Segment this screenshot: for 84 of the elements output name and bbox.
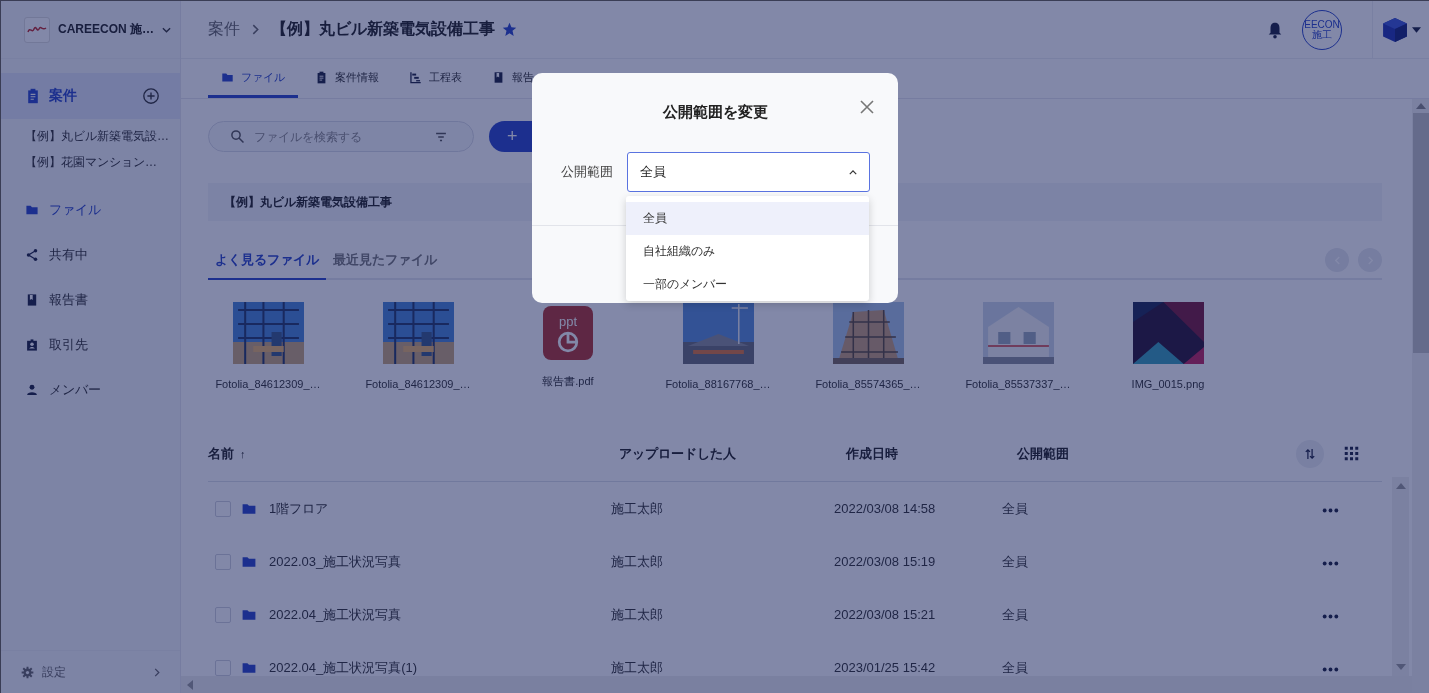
- page-title: 【例】丸ビル新築電気設備工事: [271, 19, 495, 39]
- banner-title: 【例】丸ビル新築電気設備工事: [224, 193, 392, 211]
- bell-icon[interactable]: [1266, 20, 1284, 39]
- dropdown-option[interactable]: 全員: [626, 202, 869, 235]
- badge-icon: [25, 337, 39, 352]
- org-logo: [24, 16, 50, 43]
- more-icon[interactable]: [1322, 614, 1339, 619]
- dropdown-option[interactable]: 一部のメンバー: [626, 268, 869, 301]
- table-cell-text: 2022/03/08 15:19: [834, 554, 937, 569]
- sort-icon: [1303, 446, 1317, 461]
- sidebar-item[interactable]: 取引先: [1, 322, 180, 367]
- grid-icon: [1343, 446, 1359, 461]
- dialog-title: 公開範囲を変更: [662, 103, 768, 122]
- table-cell-text: 全員: [1002, 605, 1029, 624]
- column-header[interactable]: 公開範囲: [1017, 444, 1296, 463]
- tab[interactable]: よく見るファイル: [208, 241, 326, 280]
- tab[interactable]: ファイル: [208, 59, 298, 98]
- chevron-right-icon: [154, 668, 160, 677]
- filter-icon[interactable]: [434, 130, 448, 144]
- search-icon: [230, 129, 245, 144]
- org-name[interactable]: CAREECON 施…: [58, 21, 154, 38]
- table-cell[interactable]: 2022.04_施工状況写真: [269, 605, 402, 624]
- more-icon[interactable]: [1322, 561, 1339, 566]
- book-icon: [25, 292, 39, 307]
- settings-item[interactable]: 設定: [1, 650, 180, 693]
- table-cell[interactable]: 2022.04_施工状況写真(1): [269, 658, 418, 677]
- add-icon[interactable]: [142, 87, 160, 105]
- table-cell[interactable]: 1階フロア: [269, 499, 329, 518]
- table-cell-text: 2023/01/25 15:42: [834, 660, 937, 675]
- tab[interactable]: 報告: [479, 59, 547, 98]
- table-cell-text: 施工太郎: [611, 552, 664, 571]
- tab[interactable]: 最近見たファイル: [326, 241, 444, 280]
- settings-icon: [21, 666, 34, 679]
- table-cell-text: 2022/03/08 15:21: [834, 607, 937, 622]
- chevron-down-icon: [162, 26, 171, 33]
- field-label: 公開範囲: [561, 163, 613, 181]
- dropdown-option[interactable]: 自社組織のみ: [626, 235, 869, 268]
- sidebar-item[interactable]: メンバー: [1, 367, 180, 412]
- clipboard-icon: [315, 70, 328, 84]
- clipboard-icon: [25, 88, 41, 104]
- sidebar-item[interactable]: 共有中: [1, 232, 180, 277]
- caret-icon[interactable]: [1412, 26, 1421, 33]
- file-name[interactable]: Fotolia_88167768_…: [665, 378, 771, 390]
- file-name[interactable]: Fotolia_84612309_…: [215, 378, 321, 390]
- more-icon[interactable]: [1322, 667, 1339, 672]
- scrollbar[interactable]: [1412, 99, 1429, 693]
- sidebar-section[interactable]: 案件: [1, 73, 180, 119]
- tab[interactable]: 案件情報: [302, 59, 392, 98]
- table-cell[interactable]: 2022.03_施工状況写真: [269, 552, 402, 571]
- sort-mark[interactable]: ↑: [240, 447, 246, 460]
- file-name[interactable]: Fotolia_84612309_…: [365, 378, 471, 390]
- cube-icon[interactable]: [1382, 16, 1408, 43]
- tab[interactable]: 工程表: [396, 59, 475, 98]
- table-cell-text: 全員: [1002, 552, 1029, 571]
- more-icon[interactable]: [1322, 508, 1339, 513]
- project-link[interactable]: 【例】花園マンション…: [1, 149, 180, 175]
- file-name[interactable]: 報告書.pdf: [542, 374, 594, 389]
- share-icon: [25, 247, 39, 262]
- sidebar-item[interactable]: 報告書: [1, 277, 180, 322]
- presentation-file-icon: ppt: [543, 306, 593, 360]
- scrollbar[interactable]: [1392, 477, 1409, 676]
- book-icon: [492, 70, 505, 84]
- file-name[interactable]: Fotolia_85574365_…: [815, 378, 921, 390]
- column-header[interactable]: アップロードした人: [619, 444, 846, 463]
- gantt-icon: [409, 70, 422, 84]
- table-cell-text: 2022/03/08 14:58: [834, 501, 937, 516]
- sort-button[interactable]: [1296, 439, 1324, 468]
- project-link[interactable]: 【例】丸ビル新築電気設…: [1, 123, 180, 149]
- table-cell-text: 施工太郎: [611, 499, 664, 518]
- column-header[interactable]: 作成日時: [846, 444, 1017, 463]
- star-icon[interactable]: [502, 22, 517, 37]
- file-name[interactable]: Fotolia_85537337_…: [965, 378, 1071, 390]
- person-icon: [25, 382, 39, 397]
- scrollbar[interactable]: [181, 676, 1412, 693]
- table-cell-text: 全員: [1002, 658, 1029, 677]
- file-name[interactable]: IMG_0015.png: [1131, 378, 1205, 390]
- scope-select[interactable]: 全員: [627, 152, 870, 192]
- table-cell-text: 全員: [1002, 499, 1029, 518]
- breadcrumb-link[interactable]: 案件: [208, 19, 240, 40]
- chevron-right-icon: [252, 24, 259, 35]
- table-cell-text: 施工太郎: [611, 658, 664, 677]
- sidebar-item[interactable]: ファイル: [1, 187, 180, 232]
- column-header[interactable]: 名前: [208, 444, 234, 463]
- table-cell-text: 施工太郎: [611, 605, 664, 624]
